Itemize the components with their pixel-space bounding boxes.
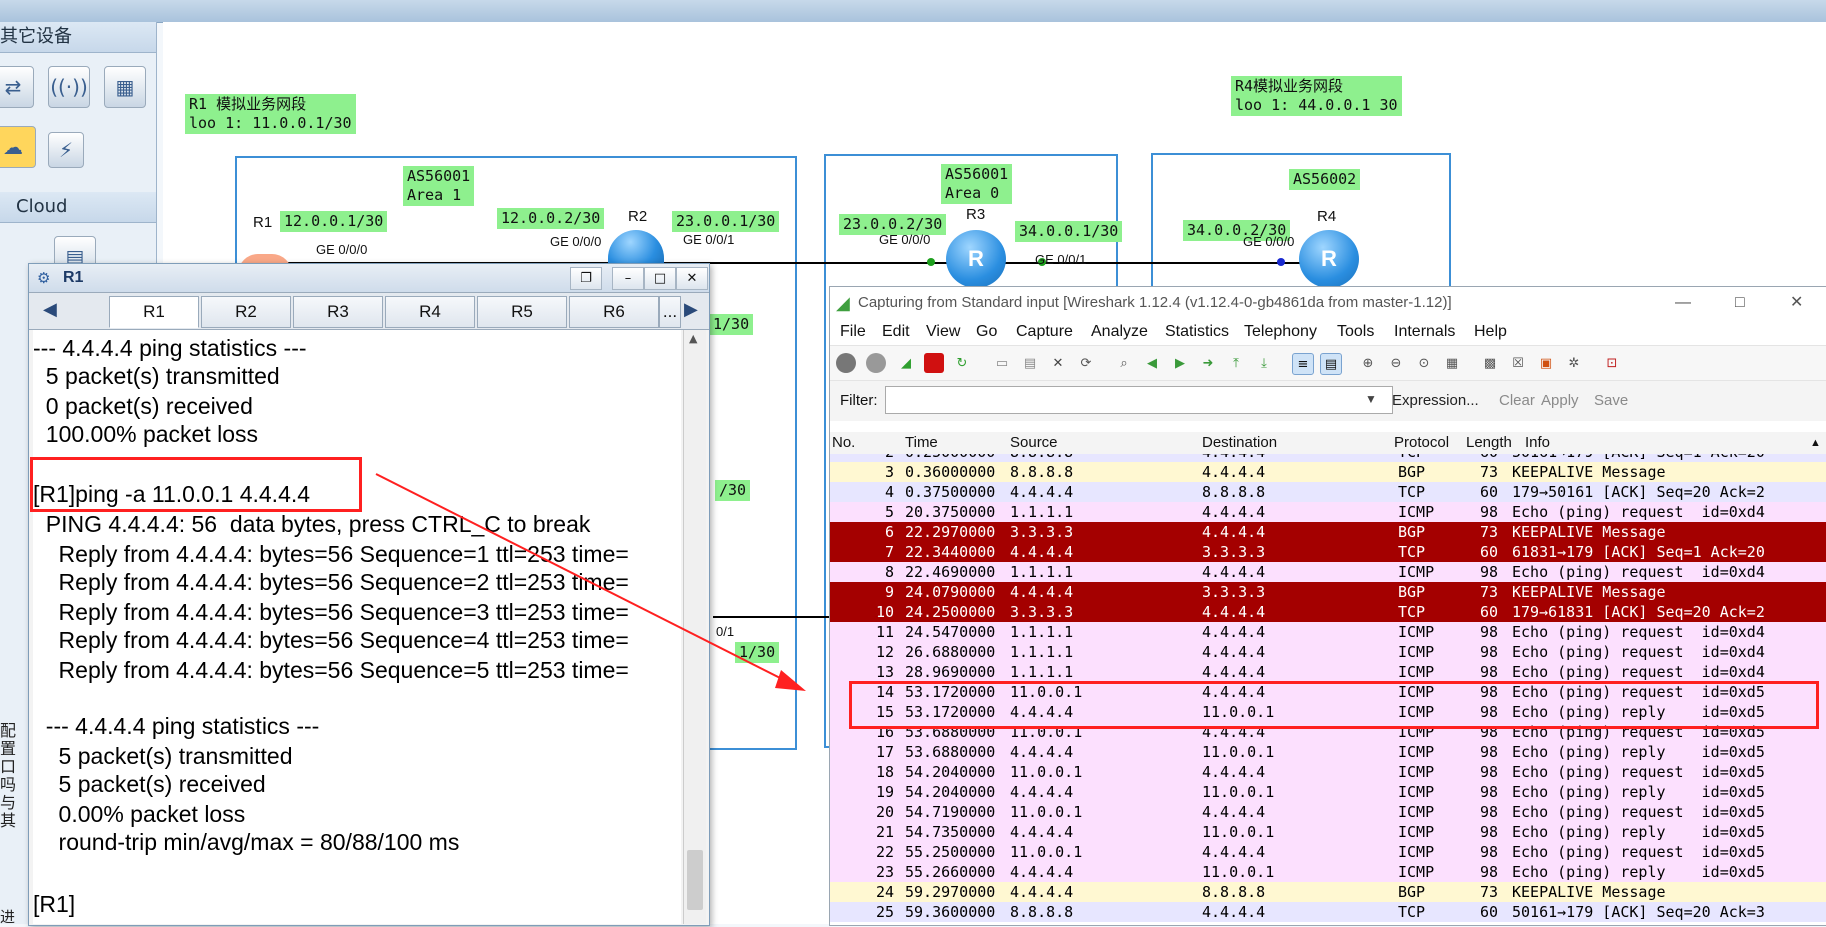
annotation-arrow <box>375 473 806 691</box>
